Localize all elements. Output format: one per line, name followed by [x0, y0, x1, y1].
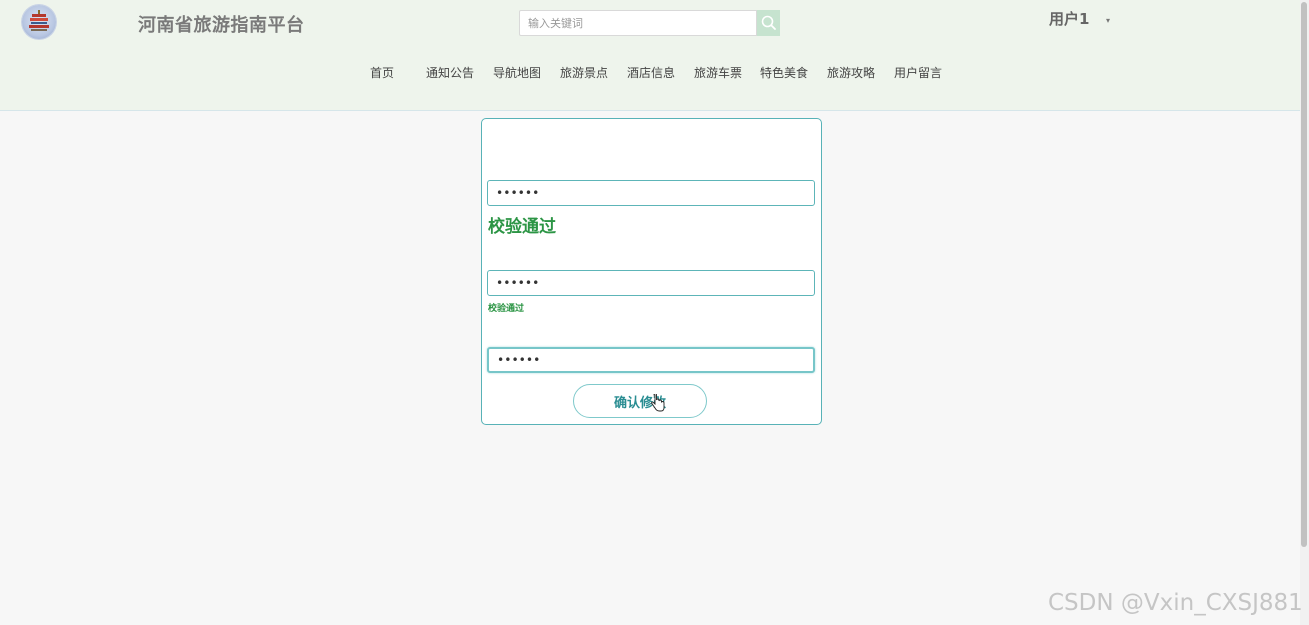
- nav-item-home[interactable]: 首页: [370, 64, 394, 81]
- confirm-change-button[interactable]: 确认修改: [573, 384, 707, 418]
- page: 河南省旅游指南平台 用户1 ▾ 首页 通知公告 导航地图 旅游景点 酒店信息 旅…: [0, 0, 1309, 625]
- old-password-field[interactable]: [487, 180, 815, 206]
- site-logo-icon[interactable]: [22, 5, 56, 39]
- caret-down-icon[interactable]: ▾: [1106, 16, 1110, 25]
- vertical-scrollbar[interactable]: [1300, 0, 1309, 625]
- nav-item-tickets[interactable]: 旅游车票: [694, 64, 742, 81]
- site-title: 河南省旅游指南平台: [138, 15, 305, 36]
- nav-item-hotels[interactable]: 酒店信息: [627, 64, 675, 81]
- search-icon: [757, 15, 780, 39]
- scrollbar-thumb[interactable]: [1301, 2, 1307, 547]
- new-password-status: 校验通过: [488, 304, 525, 314]
- nav-item-food[interactable]: 特色美食: [760, 64, 808, 81]
- search-box: [519, 10, 757, 36]
- main-nav: 首页 通知公告 导航地图 旅游景点 酒店信息 旅游车票 特色美食 旅游攻略 用户…: [0, 64, 1300, 82]
- hand-cursor-icon: [651, 393, 665, 416]
- search-input[interactable]: [520, 11, 756, 35]
- watermark: CSDN @Vxin_CXSJ881: [1048, 590, 1303, 616]
- old-password-status: 校验通过: [488, 217, 556, 237]
- header: 河南省旅游指南平台 用户1 ▾ 首页 通知公告 导航地图 旅游景点 酒店信息 旅…: [0, 0, 1300, 111]
- nav-item-notices[interactable]: 通知公告: [426, 64, 474, 81]
- nav-item-attractions[interactable]: 旅游景点: [560, 64, 608, 81]
- nav-item-messages[interactable]: 用户留言: [894, 64, 942, 81]
- nav-item-map[interactable]: 导航地图: [493, 64, 541, 81]
- confirm-password-field[interactable]: [487, 347, 815, 373]
- search-button[interactable]: [757, 10, 780, 36]
- new-password-field[interactable]: [487, 270, 815, 296]
- change-password-card: 校验通过 校验通过 确认修改: [481, 118, 822, 425]
- nav-item-guides[interactable]: 旅游攻略: [827, 64, 875, 81]
- user-menu[interactable]: 用户1: [1049, 8, 1089, 29]
